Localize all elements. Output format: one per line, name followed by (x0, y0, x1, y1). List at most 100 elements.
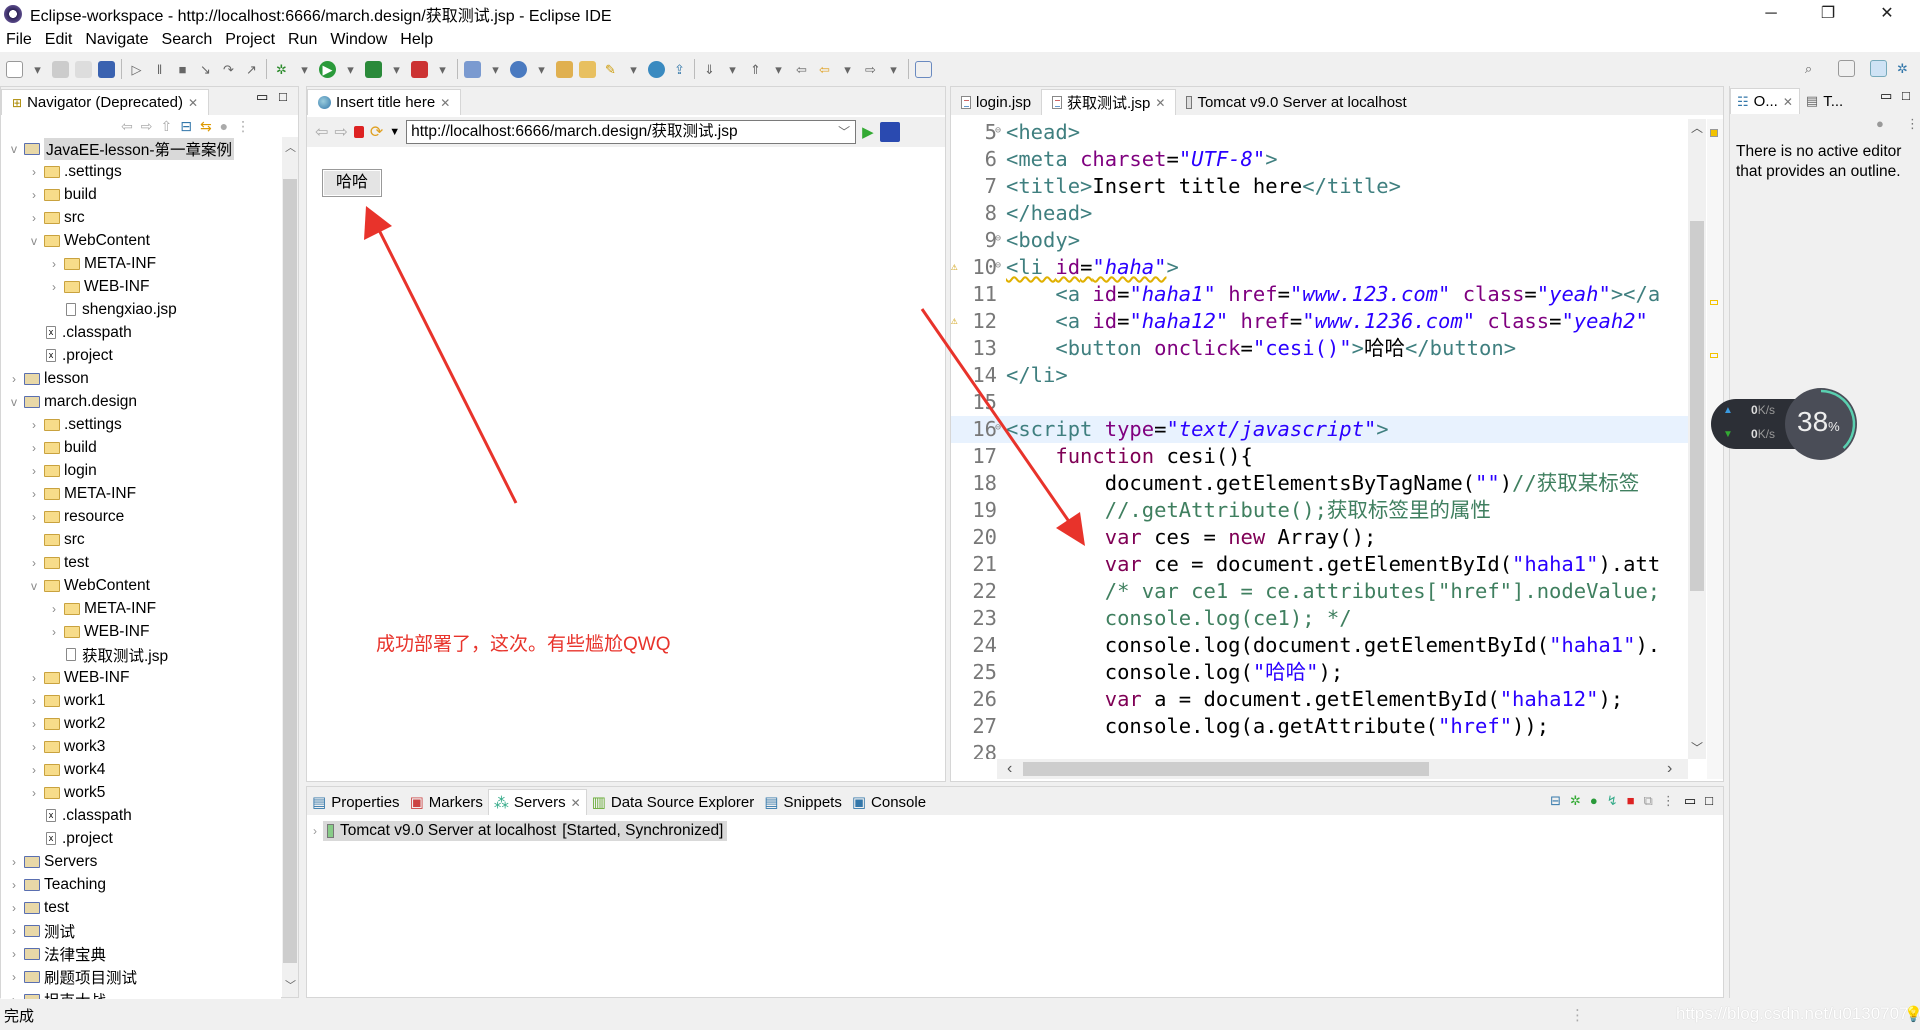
open-type-icon[interactable] (556, 60, 573, 78)
tree-item[interactable]: › work5 (1, 781, 105, 804)
fold-icon[interactable]: ⊖ (995, 252, 1001, 279)
minimize-icon[interactable]: ▭ (1684, 793, 1696, 809)
warning-marker[interactable] (1710, 129, 1718, 137)
fold-icon[interactable]: ⊖ (995, 414, 1001, 441)
code-line[interactable]: 12 ⚠ <a id="haha12" href="www.1236.com" c… (951, 308, 1688, 335)
server-item[interactable]: Tomcat v9.0 Server at localhost [Started… (323, 821, 728, 841)
tree-item[interactable]: v JavaEE-lesson-第一章案例 (1, 137, 235, 160)
terminal-icon[interactable] (98, 60, 115, 78)
profile-server-icon[interactable]: ↯ (1607, 793, 1618, 809)
tree-item[interactable]: › WEB-INF (1, 275, 149, 298)
chevron-right-icon[interactable]: › (7, 924, 21, 938)
tab-insert-title-here[interactable]: Insert title here ✕ (307, 89, 462, 115)
tab-outline[interactable]: ☷ O... ✕ (1730, 88, 1800, 114)
step-over-icon[interactable]: ↷ (220, 61, 237, 78)
tree-item[interactable]: › META-INF (1, 482, 136, 505)
open-task-icon[interactable] (579, 60, 596, 78)
search-icon[interactable]: ⌕ (1800, 60, 1817, 77)
back-icon[interactable]: ⇦ (315, 122, 328, 142)
tree-item[interactable]: › META-INF (1, 597, 156, 620)
code-line[interactable]: 24 console.log(document.getElementById("… (951, 632, 1688, 659)
chevron-down-icon[interactable]: v (27, 234, 41, 248)
haha-button[interactable]: 哈哈 (322, 169, 382, 197)
tree-item[interactable]: › src (1, 206, 85, 229)
stop-icon[interactable] (353, 126, 364, 138)
resume-icon[interactable]: ▷ (128, 61, 145, 78)
chevron-right-icon[interactable]: › (27, 556, 41, 570)
tree-item[interactable]: › WEB-INF (1, 620, 149, 643)
save-all-icon[interactable] (75, 60, 92, 78)
tree-item[interactable]: v march.design (1, 390, 137, 413)
code-editor[interactable]: 5 ⊖ <head> 6 <meta charset="UTF-8"> 7 <title>I… (951, 119, 1688, 759)
chevron-right-icon[interactable]: › (27, 763, 41, 777)
terminate-icon[interactable]: ■ (174, 61, 191, 78)
code-line[interactable]: 15 (951, 389, 1688, 416)
tab-snippets[interactable]: ▤ Snippets (759, 789, 847, 815)
maximize-icon[interactable]: □ (279, 89, 287, 104)
chevron-right-icon[interactable]: › (47, 257, 61, 271)
tree-item[interactable]: › build (1, 436, 97, 459)
tree-item[interactable]: › META-INF (1, 252, 156, 275)
chevron-right-icon[interactable]: › (27, 786, 41, 800)
code-line[interactable]: 26 var a = document.getElementById("haha… (951, 686, 1688, 713)
editor-horizontal-scrollbar[interactable]: ‹ › (997, 759, 1688, 779)
code-line[interactable]: 7 <title>Insert title here</title> (951, 173, 1688, 200)
chevron-right-icon[interactable]: › (7, 878, 21, 892)
maximize-icon[interactable]: □ (1902, 88, 1910, 103)
fold-icon[interactable]: ⊖ (995, 225, 1001, 252)
maximize-icon[interactable]: □ (1705, 793, 1713, 809)
menu-search[interactable]: Search (162, 31, 213, 49)
tree-item[interactable]: › Servers (1, 850, 97, 873)
occurrence-marker[interactable] (1710, 300, 1718, 305)
tree-item[interactable]: x .classpath (1, 321, 132, 344)
minimize-button[interactable]: ─ (1743, 0, 1799, 28)
editor-vertical-scrollbar[interactable]: ︿ ﹀ (1688, 119, 1706, 759)
tab-properties[interactable]: ▤ Properties (307, 789, 405, 815)
step-return-icon[interactable]: ↗ (243, 61, 260, 78)
collapse-all-icon[interactable]: ⊟ (180, 118, 192, 135)
chevron-right-icon[interactable]: › (27, 464, 41, 478)
chevron-right-icon[interactable]: › (7, 970, 21, 984)
dropdown-icon[interactable]: ▾ (342, 61, 359, 78)
code-line[interactable]: 20 var ces = new Array(); (951, 524, 1688, 551)
link-with-editor-icon[interactable]: ⇆ (200, 118, 212, 135)
code-line[interactable]: 18 document.getElementsByTagName("")//获取… (951, 470, 1688, 497)
new-icon[interactable] (6, 60, 23, 78)
forward-icon[interactable]: ⇨ (141, 118, 153, 135)
url-input[interactable]: http://localhost:6666/march.design/获取测试.… (406, 120, 857, 144)
menu-run[interactable]: Run (288, 31, 317, 49)
code-line[interactable]: 22 /* var ce1 = ce.attributes["href"].no… (951, 578, 1688, 605)
tree-item[interactable]: src (1, 528, 85, 551)
view-menu-icon[interactable]: ⋮ (1906, 116, 1919, 132)
coverage-icon[interactable] (365, 60, 382, 78)
pin-editor-icon[interactable] (915, 60, 932, 78)
chevron-right-icon[interactable]: › (27, 441, 41, 455)
tree-item[interactable]: › work2 (1, 712, 105, 735)
chevron-right-icon[interactable]: › (27, 671, 41, 685)
forward-icon[interactable]: ⇨ (334, 122, 347, 142)
external-tools-icon[interactable] (411, 60, 428, 78)
minimize-icon[interactable]: ▭ (1880, 88, 1892, 104)
tree-item[interactable]: › 坦克大战 (1, 988, 106, 999)
new-java-class-icon[interactable] (510, 60, 527, 78)
dropdown-icon[interactable]: ▾ (533, 61, 550, 78)
back-icon[interactable]: ⇦ (816, 61, 833, 78)
filters-icon[interactable]: ● (1876, 116, 1884, 131)
tree-item[interactable]: › work1 (1, 689, 105, 712)
code-line[interactable]: 14 </li> (951, 362, 1688, 389)
fold-icon[interactable]: ⊖ (995, 119, 1001, 144)
code-line[interactable]: 25 console.log("哈哈"); (951, 659, 1688, 686)
tree-item[interactable]: 获取测试.jsp (1, 643, 168, 666)
tree-item[interactable]: › 测试 (1, 919, 75, 942)
code-line[interactable]: 11 <a id="haha1" href="www.123.com" clas… (951, 281, 1688, 308)
stop-server-icon[interactable]: ■ (1627, 793, 1635, 809)
url-dropdown-icon[interactable]: ﹀ (838, 121, 850, 143)
tree-item[interactable]: › .settings (1, 160, 122, 183)
tree-item[interactable]: › resource (1, 505, 124, 528)
chevron-right-icon[interactable]: › (47, 625, 61, 639)
scrollbar-thumb[interactable] (283, 179, 297, 963)
tree-item[interactable]: v WebContent (1, 574, 150, 597)
tree-item[interactable]: › test (1, 551, 89, 574)
code-line[interactable]: 23 console.log(ce1); */ (951, 605, 1688, 632)
prev-annotation-icon[interactable]: ⇑ (747, 61, 764, 78)
